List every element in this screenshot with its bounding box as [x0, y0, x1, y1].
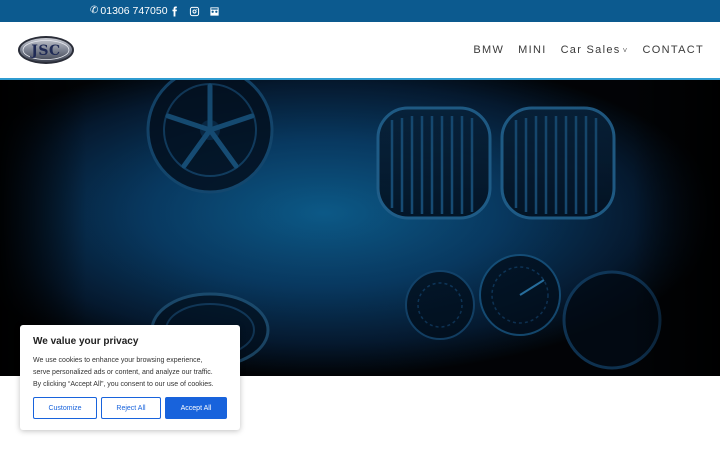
nav-car-sales[interactable]: Car Sales ˅ — [561, 44, 629, 56]
flickr-icon[interactable] — [208, 4, 220, 18]
cookie-text-line: serve personalized ads or content, and a… — [33, 369, 213, 376]
nav-car-sales-label: Car Sales — [560, 44, 621, 56]
facebook-icon[interactable] — [168, 4, 180, 18]
svg-text:JSC: JSC — [29, 43, 60, 59]
nav-contact[interactable]: CONTACT — [643, 44, 704, 56]
site-logo[interactable]: JSC — [17, 35, 75, 65]
nav-bmw[interactable]: BMW — [473, 44, 504, 56]
cookie-text-line: We use cookies to enhance your browsing … — [33, 357, 203, 364]
phone-number: 01306 747050 — [100, 5, 168, 17]
nav-contact-label: CONTACT — [642, 44, 704, 56]
cookie-buttons: Customize Reject All Accept All — [33, 397, 227, 419]
cookie-description: We use cookies to enhance your browsing … — [33, 355, 227, 391]
cookie-text-line: By clicking “Accept All”, you consent to… — [33, 381, 214, 388]
social-links — [168, 4, 220, 18]
customize-button[interactable]: Customize — [33, 397, 97, 419]
chevron-down-icon: ˅ — [622, 45, 629, 55]
cookie-consent-banner: We value your privacy We use cookies to … — [20, 325, 240, 430]
phone-icon: ✆ — [90, 5, 99, 16]
main-nav: BMW MINI Car Sales ˅ CONTACT — [473, 44, 704, 56]
nav-mini[interactable]: MINI — [518, 44, 546, 56]
accept-all-button[interactable]: Accept All — [165, 397, 227, 419]
nav-mini-label: MINI — [518, 44, 547, 56]
phone-link[interactable]: ✆ 01306 747050 — [90, 4, 168, 18]
cookie-title: We value your privacy — [33, 336, 139, 347]
site-header: JSC BMW MINI Car Sales ˅ CONTACT — [0, 22, 720, 80]
instagram-icon[interactable] — [188, 4, 200, 18]
reject-all-button[interactable]: Reject All — [101, 397, 161, 419]
top-bar: ✆ 01306 747050 — [0, 0, 720, 22]
nav-bmw-label: BMW — [473, 44, 505, 56]
